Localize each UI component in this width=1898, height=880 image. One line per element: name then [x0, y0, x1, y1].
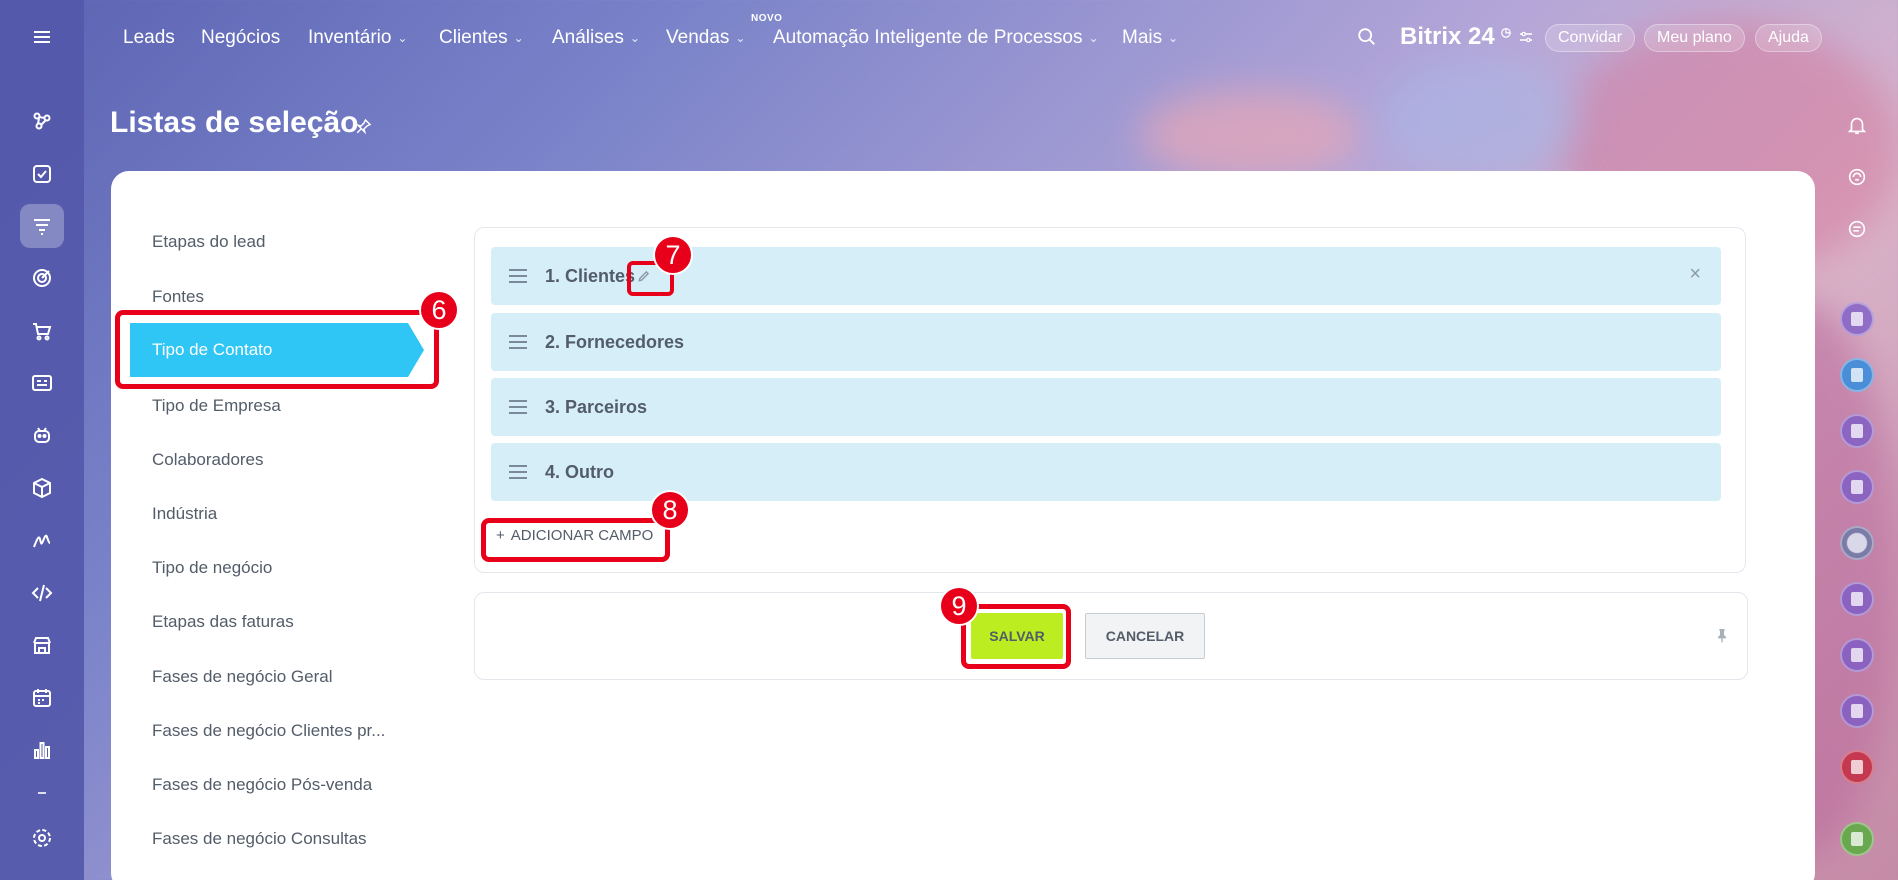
pin-icon[interactable]: [355, 117, 373, 140]
cancel-button[interactable]: CANCELAR: [1085, 613, 1205, 659]
chevron-down-icon: ⌄: [397, 31, 408, 45]
tasks-icon[interactable]: [20, 152, 64, 196]
page-title: Listas de seleção: [110, 106, 359, 139]
pin-icon[interactable]: [1714, 625, 1730, 650]
recent-chat-avatar[interactable]: [1840, 414, 1874, 448]
sidebar-item-industria[interactable]: Indústria: [152, 504, 217, 524]
target-icon[interactable]: [20, 256, 64, 300]
drag-handle-icon[interactable]: [509, 465, 527, 483]
drag-handle-icon[interactable]: [509, 400, 527, 418]
callout-number: 9: [939, 586, 979, 626]
callout-highlight: [481, 518, 670, 562]
chevron-down-icon: ⌄: [735, 31, 746, 45]
callout-highlight: [961, 604, 1071, 669]
sidebar-item-etapas-das-faturas[interactable]: Etapas das faturas: [152, 612, 294, 632]
my-plan-button[interactable]: Meu plano: [1644, 24, 1745, 52]
notification-bell-icon[interactable]: [1840, 108, 1874, 142]
sidebar-item-tipo-de-negocio[interactable]: Tipo de negócio: [152, 558, 272, 578]
background-decoration: [1140, 90, 1360, 180]
brand-logo[interactable]: Bitrix 24 ◷: [1400, 23, 1535, 51]
chevron-down-icon: ⌄: [629, 31, 640, 45]
list-item-label[interactable]: 3. Parceiros: [545, 397, 647, 418]
list-item[interactable]: 2. Fornecedores: [491, 313, 1721, 371]
recent-chat-avatar[interactable]: [1840, 302, 1874, 336]
recent-chat-avatar[interactable]: [1840, 526, 1874, 560]
background-decoration: [1380, 60, 1580, 180]
chat-icon[interactable]: [1840, 212, 1874, 246]
sign-icon[interactable]: [20, 519, 64, 563]
callout-number: 8: [650, 490, 690, 530]
list-item-label[interactable]: 2. Fornecedores: [545, 332, 684, 353]
recent-chat-avatar[interactable]: [1840, 822, 1874, 856]
robot-icon[interactable]: [20, 413, 64, 457]
search-icon[interactable]: [1356, 26, 1378, 53]
recent-chat-avatar[interactable]: [1840, 582, 1874, 616]
inventory-icon[interactable]: [20, 466, 64, 510]
recent-chat-avatar[interactable]: [1840, 470, 1874, 504]
recent-chat-avatar[interactable]: [1840, 750, 1874, 784]
nav-automacao[interactable]: Automação Inteligente de Processos ⌄: [773, 27, 1099, 49]
menu-icon[interactable]: [20, 15, 64, 59]
nav-analises[interactable]: Análises ⌄: [552, 27, 640, 49]
nav-clientes[interactable]: Clientes ⌄: [439, 27, 524, 49]
recent-chat-avatar[interactable]: [1840, 638, 1874, 672]
crm-icon[interactable]: [20, 204, 64, 248]
sidebar-item-fases-consultas[interactable]: Fases de negócio Consultas: [152, 829, 367, 849]
help-button[interactable]: Ajuda: [1755, 24, 1822, 52]
chevron-down-icon: ⌄: [513, 31, 524, 45]
callout-number: 6: [419, 290, 459, 330]
callout-number: 7: [653, 235, 693, 275]
drag-handle-icon[interactable]: [509, 335, 527, 353]
chevron-down-icon: ⌄: [1168, 31, 1179, 45]
cart-icon[interactable]: [20, 309, 64, 353]
contact-center-icon[interactable]: [20, 361, 64, 405]
top-bar: Leads Negócios Inventário ⌄ Clientes ⌄ Aná…: [84, 0, 1898, 74]
sidebar-item-colaboradores[interactable]: Colaboradores: [152, 450, 264, 470]
sidebar-item-tipo-de-empresa[interactable]: Tipo de Empresa: [152, 396, 281, 416]
nav-inventario[interactable]: Inventário ⌄: [308, 27, 408, 49]
novo-badge: NOVO: [751, 13, 783, 24]
copilot-icon[interactable]: [1840, 160, 1874, 194]
list-item-label[interactable]: 1. Clientes: [545, 266, 635, 287]
callout-highlight: [115, 310, 439, 389]
settings-icon[interactable]: [20, 816, 64, 860]
close-icon[interactable]: ×: [1689, 263, 1701, 286]
developer-icon[interactable]: [20, 571, 64, 615]
sidebar-item-fases-pos-venda[interactable]: Fases de negócio Pós-venda: [152, 775, 372, 795]
nav-mais[interactable]: Mais ⌄: [1122, 27, 1178, 49]
list-item[interactable]: 3. Parceiros: [491, 378, 1721, 436]
filter-settings-icon[interactable]: [1517, 28, 1535, 46]
chevron-down-icon: ⌄: [1088, 31, 1099, 45]
bookmark-icon[interactable]: [1840, 358, 1874, 392]
sidebar-item-etapas-do-lead[interactable]: Etapas do lead: [152, 232, 265, 252]
sidebar-item-fontes[interactable]: Fontes: [152, 287, 204, 307]
nav-leads[interactable]: Leads: [123, 27, 175, 49]
invite-button[interactable]: Convidar: [1545, 24, 1636, 52]
nav-vendas[interactable]: Vendas ⌄: [666, 27, 745, 49]
sidebar-item-fases-geral[interactable]: Fases de negócio Geral: [152, 667, 333, 687]
recent-chat-avatar[interactable]: [1840, 694, 1874, 728]
calendar-icon[interactable]: [20, 676, 64, 720]
nav-negocios[interactable]: Negócios: [201, 27, 280, 49]
left-rail: [0, 0, 84, 880]
list-item-label[interactable]: 4. Outro: [545, 462, 614, 483]
clock-icon: ◷: [1500, 25, 1512, 39]
sidebar-item-fases-clientes[interactable]: Fases de negócio Clientes pr...: [152, 721, 385, 741]
analytics-icon[interactable]: [20, 728, 64, 772]
store-icon[interactable]: [20, 623, 64, 667]
feed-icon[interactable]: [20, 99, 64, 143]
rail-separator: [38, 792, 46, 794]
drag-handle-icon[interactable]: [509, 269, 527, 287]
right-rail: [1816, 100, 1898, 880]
